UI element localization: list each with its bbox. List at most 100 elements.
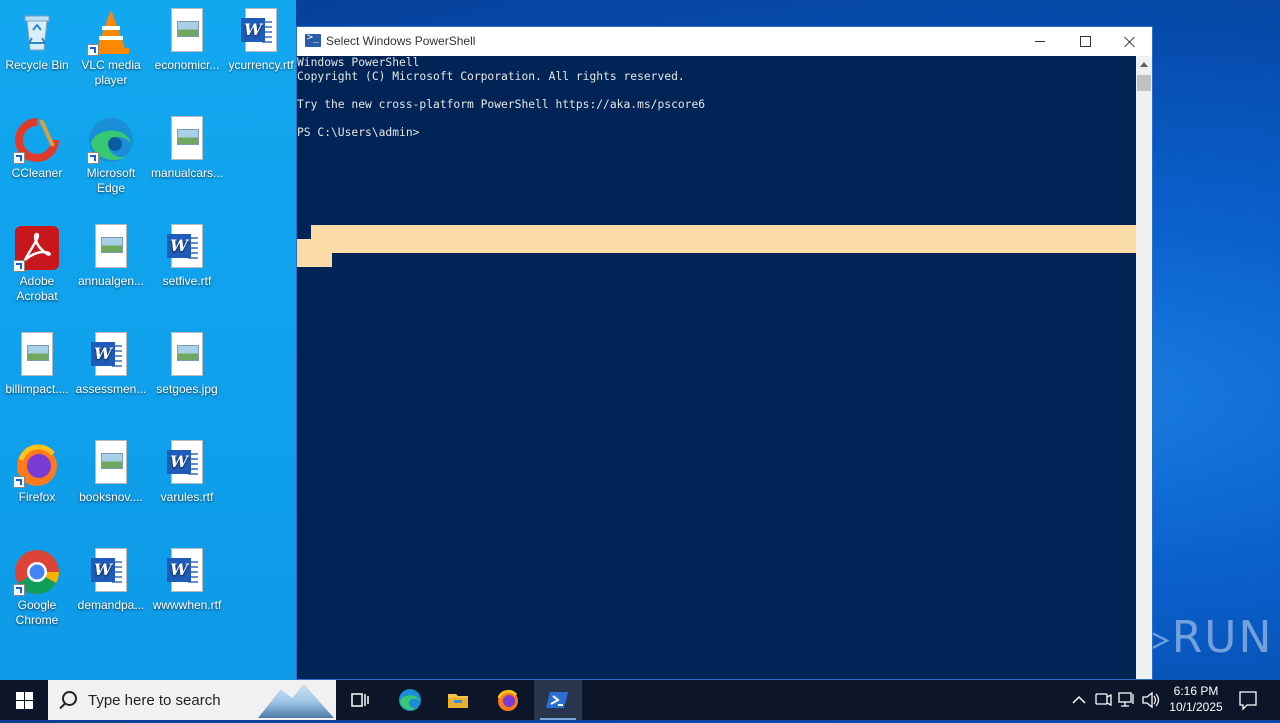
desktop-icon-setgoes[interactable]: setgoes.jpg [150, 332, 224, 397]
icon-label: Microsoft Edge [86, 166, 136, 195]
desktop-icon-firefox[interactable]: Firefox [0, 440, 74, 505]
acrobat-icon [13, 224, 61, 272]
desktop-icon-billimpact[interactable]: billimpact.... [0, 332, 74, 397]
notification-icon [1239, 691, 1257, 711]
window-title: Select Windows PowerShell [326, 34, 476, 48]
powershell-icon [546, 692, 568, 708]
tray-meet-now[interactable] [1092, 680, 1114, 720]
image-file-icon [87, 224, 135, 272]
desktop-icon-wwwwhen[interactable]: W wwwwhen.rtf [150, 548, 224, 613]
task-view-button[interactable] [336, 680, 384, 720]
maximize-button[interactable] [1062, 27, 1108, 56]
window-titlebar[interactable]: Select Windows PowerShell [297, 27, 1152, 56]
folder-icon [448, 694, 468, 708]
taskbar-clock[interactable]: 6:16 PM 10/1/2025 [1163, 683, 1229, 715]
icon-label: ycurrency.rtf [228, 58, 294, 72]
windows-logo-icon [25, 701, 33, 709]
console-prompt: PS C:\Users\admin> [297, 126, 420, 139]
icon-label: billimpact.... [5, 382, 69, 396]
console-line: Windows PowerShell [297, 56, 420, 69]
taskbar-edge[interactable] [386, 680, 434, 720]
desktop-icon-varules[interactable]: W varules.rtf [150, 440, 224, 505]
image-file-icon [163, 8, 211, 56]
tray-network[interactable] [1116, 680, 1138, 720]
desktop-icon-economicr[interactable]: economicr... [150, 8, 224, 73]
taskbar-powershell[interactable] [534, 680, 582, 720]
desktop-icon-microsoft-edge[interactable]: Microsoft Edge [74, 116, 148, 196]
taskbar-search-box[interactable]: Type here to search [48, 680, 336, 720]
icon-label: wwwwhen.rtf [152, 598, 222, 612]
taskbar-firefox[interactable] [484, 680, 532, 720]
minimize-button[interactable] [1017, 27, 1063, 56]
clock-time: 6:16 PM [1173, 684, 1219, 698]
desktop-icon-google-chrome[interactable]: Google Chrome [0, 548, 74, 628]
desktop-icon-annualgen[interactable]: annualgen... [74, 224, 148, 289]
icon-label: booksnov.... [79, 490, 143, 504]
word-document-icon: W [87, 548, 135, 596]
shortcut-arrow-icon [13, 584, 25, 596]
firefox-icon [13, 440, 61, 488]
icon-label: assessmen... [75, 382, 147, 396]
selection-highlight [311, 225, 1136, 253]
image-file-icon [163, 116, 211, 164]
ccleaner-icon [13, 116, 61, 164]
word-document-icon: W [163, 224, 211, 272]
selection-highlight [297, 239, 332, 267]
shortcut-arrow-icon [87, 152, 99, 164]
icon-label: varules.rtf [160, 490, 214, 504]
desktop-icon-demandpa[interactable]: W demandpa... [74, 548, 148, 613]
word-document-icon: W [87, 332, 135, 380]
search-placeholder: Type here to search [88, 692, 221, 709]
icon-label: setgoes.jpg [156, 382, 218, 396]
powershell-icon [305, 32, 321, 47]
clock-date: 10/1/2025 [1169, 700, 1223, 714]
console-output[interactable]: Windows PowerShell Copyright (C) Microso… [297, 56, 1136, 679]
powershell-window[interactable]: Select Windows PowerShell Windows PowerS… [296, 26, 1153, 680]
scrollbar-thumb[interactable] [1137, 75, 1151, 91]
icon-label: CCleaner [11, 166, 63, 180]
icon-label: Google Chrome [15, 598, 59, 627]
desktop-icon-ycurrency[interactable]: W ycurrency.rtf [224, 8, 298, 73]
vertical-scrollbar[interactable] [1136, 56, 1152, 679]
word-document-icon: W [163, 548, 211, 596]
icon-label: VLC media player [81, 58, 141, 87]
taskbar-file-explorer[interactable] [434, 680, 482, 720]
icon-label: Firefox [18, 490, 56, 504]
vlc-icon [87, 8, 135, 56]
icon-label: Adobe Acrobat [16, 274, 58, 303]
shortcut-arrow-icon [13, 152, 25, 164]
scroll-up-icon[interactable] [1140, 62, 1148, 67]
console-line: Copyright (C) Microsoft Corporation. All… [297, 70, 685, 83]
icon-label: annualgen... [77, 274, 145, 288]
image-file-icon [13, 332, 61, 380]
chevron-up-icon [1072, 695, 1086, 704]
task-view-icon [351, 693, 369, 707]
tray-volume[interactable] [1140, 680, 1162, 720]
show-hidden-icons-button[interactable] [1068, 680, 1090, 720]
close-button[interactable] [1107, 27, 1153, 56]
windows-logo-icon [16, 692, 24, 700]
icon-label: Recycle Bin [5, 58, 69, 72]
console-line: Try the new cross-platform PowerShell ht… [297, 98, 706, 111]
desktop-icon-setfive[interactable]: W setfive.rtf [150, 224, 224, 289]
speaker-icon [1142, 691, 1160, 709]
icon-label: manualcars... [150, 166, 224, 180]
desktop-icon-assessmen[interactable]: W assessmen... [74, 332, 148, 397]
desktop-icon-recycle-bin[interactable]: Recycle Bin [0, 8, 74, 73]
chrome-icon [13, 548, 61, 596]
desktop-icon-adobe-acrobat[interactable]: Adobe Acrobat [0, 224, 74, 304]
search-highlight-art [258, 683, 334, 718]
taskbar: Type here to search 6:16 PM 10/1/2025 [0, 680, 1280, 720]
icon-label: demandpa... [77, 598, 145, 612]
edge-icon [399, 689, 421, 711]
action-center-button[interactable] [1234, 680, 1262, 720]
start-button[interactable] [0, 680, 48, 720]
desktop-icon-ccleaner[interactable]: CCleaner [0, 116, 74, 181]
camera-icon [1095, 693, 1112, 707]
image-file-icon [163, 332, 211, 380]
network-icon [1118, 692, 1134, 707]
desktop-icon-vlc[interactable]: VLC media player [74, 8, 148, 88]
recycle-bin-icon [13, 8, 61, 56]
desktop-icon-booksnov[interactable]: booksnov.... [74, 440, 148, 505]
desktop-icon-manualcars[interactable]: manualcars... [150, 116, 224, 181]
